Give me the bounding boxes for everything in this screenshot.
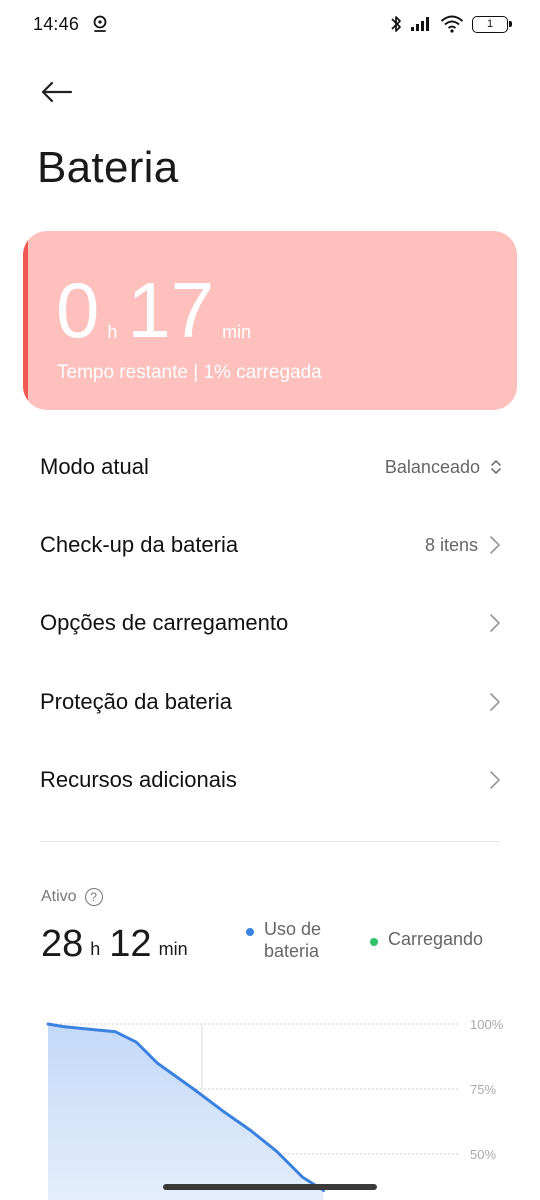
legend-dot-green — [370, 938, 378, 946]
remaining-hours: 0 — [56, 266, 100, 354]
remaining-subtitle: Tempo restante | 1% carregada — [57, 362, 322, 383]
menu-item-label: Check-up da bateria — [40, 532, 239, 557]
chevron-right-icon — [490, 693, 500, 711]
status-icons: 1 — [390, 12, 512, 36]
home-indicator[interactable] — [163, 1184, 377, 1190]
card-accent-edge — [23, 231, 28, 410]
menu-item-protecao-bateria[interactable]: Proteção da bateria — [0, 667, 540, 737]
remaining-minutes: 17 — [127, 266, 215, 354]
y-tick-label: 100% — [470, 1017, 504, 1032]
active-hours: 28 — [41, 923, 84, 965]
menu-item-label: Proteção da bateria — [40, 689, 233, 714]
chevron-right-icon — [490, 614, 500, 632]
y-tick-label: 75% — [470, 1082, 496, 1097]
legend-label-line1: Uso de — [264, 919, 322, 939]
menu-item-modo-atual[interactable]: Modo atual Balanceado — [0, 432, 540, 502]
updown-chevron-icon — [491, 460, 501, 474]
menu-item-recursos-adicionais[interactable]: Recursos adicionais — [0, 745, 540, 815]
page-title: Bateria — [37, 143, 179, 192]
menu-item-right: 8 itens — [425, 534, 502, 556]
chevron-right-icon — [490, 771, 500, 789]
active-hours-unit: h — [90, 939, 101, 959]
legend-battery-usage: Uso de bateria — [246, 918, 321, 962]
menu-item-right — [488, 769, 502, 791]
active-minutes: 12 — [109, 923, 152, 965]
back-button[interactable] — [36, 72, 76, 112]
battery-remaining-card: 0 h 17 min Tempo restante | 1% carregada — [23, 231, 517, 410]
hours-unit: h — [107, 322, 118, 342]
wifi-icon — [440, 15, 464, 33]
menu-item-value: Balanceado — [384, 456, 480, 477]
signal-icon — [411, 17, 429, 31]
battery-usage-area — [48, 1024, 324, 1200]
status-bar: 14:46 1 — [0, 0, 540, 50]
menu-item-opcoes-carregamento[interactable]: Opções de carregamento — [0, 588, 540, 658]
legend-label: Uso de bateria — [264, 918, 321, 962]
active-time: 28 h 12 min — [41, 922, 197, 966]
bluetooth-icon — [391, 16, 401, 32]
menu-item-label: Recursos adicionais — [40, 767, 237, 792]
legend-dot-blue — [246, 928, 254, 936]
menu-item-label: Opções de carregamento — [40, 610, 289, 635]
back-arrow-icon — [41, 81, 73, 103]
help-icon[interactable]: ? — [84, 888, 103, 906]
active-label: Ativo ? — [41, 888, 103, 906]
location-icon — [93, 15, 107, 32]
menu-item-value: 8 itens — [424, 534, 478, 555]
menu-item-label: Modo atual — [40, 454, 149, 479]
menu-item-right: Balanceado — [385, 457, 502, 478]
y-tick-label: 50% — [470, 1147, 496, 1162]
battery-level-text: 1 — [486, 18, 494, 30]
legend-charging: Carregando — [370, 928, 483, 950]
status-time: 14:46 — [33, 14, 80, 34]
chevron-right-icon — [490, 536, 500, 554]
minutes-unit: min — [222, 322, 252, 342]
menu-item-checkup[interactable]: Check-up da bateria 8 itens — [0, 510, 540, 580]
legend-label-line2: bateria — [264, 941, 320, 961]
battery-usage-chart: 100% 75% 50% — [46, 1017, 504, 1200]
section-divider — [40, 841, 500, 842]
legend-label: Carregando — [388, 929, 484, 949]
menu-item-right — [488, 612, 502, 634]
remaining-time: 0 h 17 min — [56, 271, 261, 349]
active-minutes-unit: min — [158, 939, 188, 959]
active-label-text: Ativo — [41, 888, 77, 905]
menu-item-right — [488, 691, 502, 713]
battery-icon: 1 — [472, 15, 512, 33]
